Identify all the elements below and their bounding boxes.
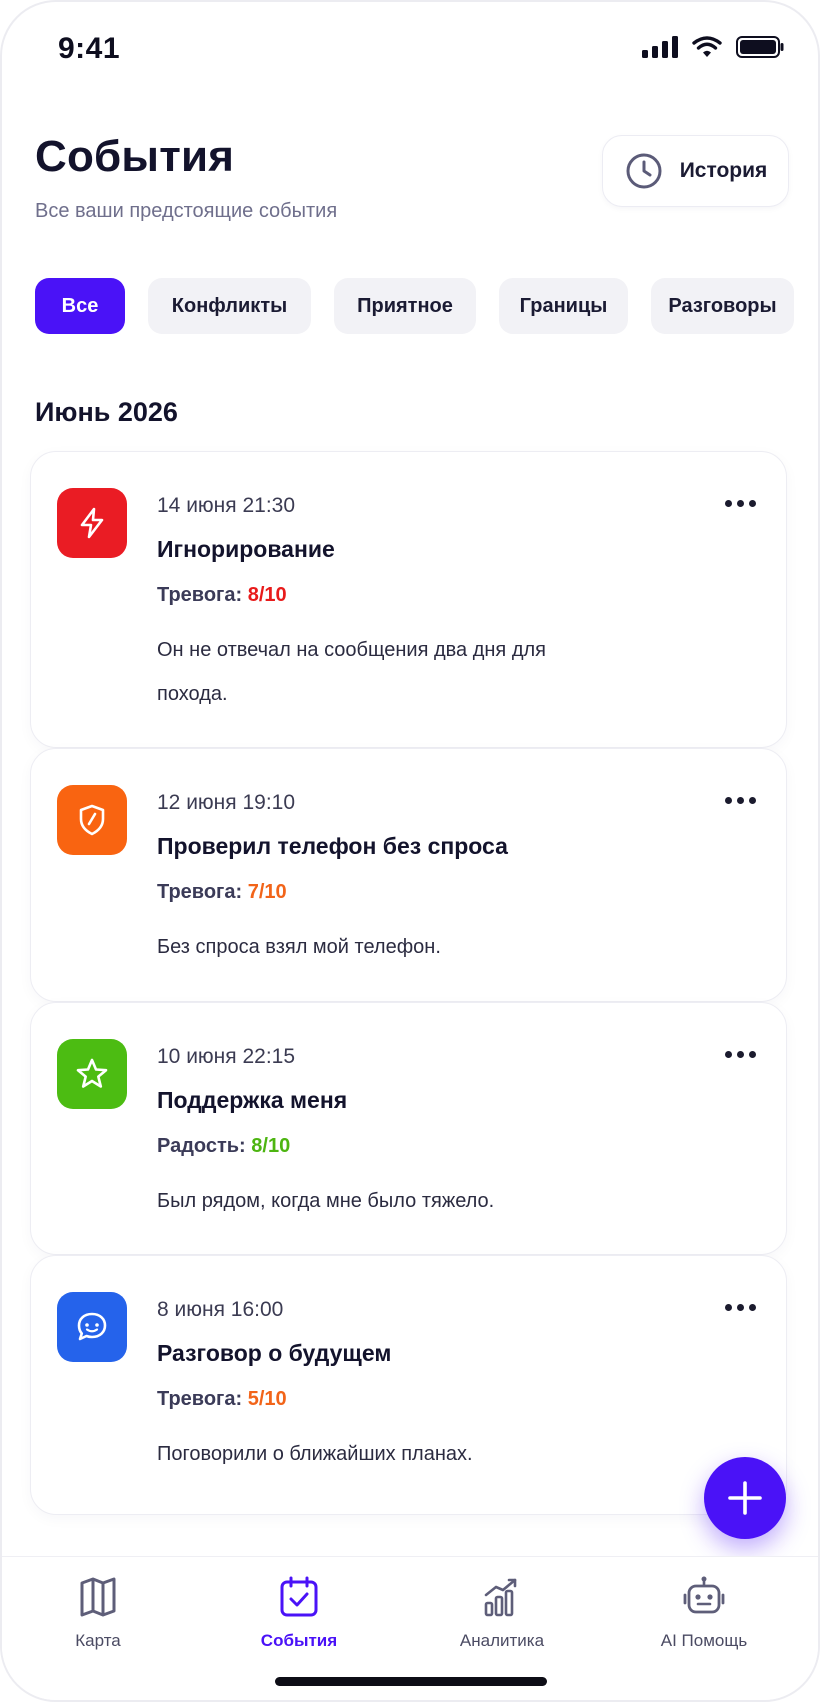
- tab-label: События: [260, 1631, 338, 1650]
- lightning-icon: [80, 507, 104, 539]
- signal-icon: [642, 36, 678, 58]
- page-subtitle: Все ваши предстоящие события: [35, 200, 338, 222]
- status-time: 9:41: [58, 32, 121, 65]
- tab-ai-help[interactable]: AI Помощь: [614, 1575, 794, 1651]
- event-level: Тревога: 8/10: [157, 584, 287, 607]
- tab-label: AI Помощь: [660, 1631, 748, 1650]
- tab-label: Аналитика: [459, 1631, 545, 1650]
- event-date: 10 июня 22:15: [157, 1045, 296, 1068]
- phone-screen: 9:41 События Все ваши предстоящие событи…: [0, 0, 820, 1702]
- add-event-button[interactable]: [704, 1457, 786, 1539]
- month-heading: Июнь 2026: [35, 397, 178, 427]
- event-level-value: 8/10: [251, 1135, 291, 1157]
- event-title: Проверил телефон без спроса: [157, 833, 508, 859]
- map-icon: [80, 1577, 116, 1617]
- event-icon-tile: [57, 785, 127, 855]
- event-description: Без спроса взял мой телефон.: [157, 936, 441, 958]
- event-level-label: Тревога:: [157, 881, 243, 903]
- event-title: Разговор о будущем: [157, 1340, 392, 1366]
- event-date: 8 июня 16:00: [157, 1298, 284, 1321]
- event-title: Поддержка меня: [157, 1087, 348, 1113]
- robot-icon: [683, 1576, 725, 1614]
- event-description: Поговорили о ближайших планах.: [157, 1443, 473, 1465]
- event-icon-tile: [57, 488, 127, 558]
- event-level-label: Тревога:: [157, 1388, 243, 1410]
- event-level: Тревога: 5/10: [157, 1388, 287, 1411]
- history-button[interactable]: История: [602, 135, 789, 207]
- event-level-value: 7/10: [247, 881, 287, 903]
- event-card[interactable]: 10 июня 22:15 Поддержка меня Радость: 8/…: [30, 1002, 787, 1255]
- shield-icon: [79, 804, 105, 836]
- filter-chip-pleasant[interactable]: Приятное: [334, 278, 476, 334]
- more-options-icon[interactable]: [725, 500, 756, 507]
- more-options-icon[interactable]: [725, 797, 756, 804]
- wifi-icon: [692, 36, 722, 57]
- event-level-label: Радость:: [157, 1135, 246, 1157]
- more-options-icon[interactable]: [725, 1304, 756, 1311]
- calendar-check-icon: [280, 1576, 318, 1617]
- filter-chip-conversations[interactable]: Разговоры: [651, 278, 794, 334]
- event-card[interactable]: 14 июня 21:30 Игнорирование Тревога: 8/1…: [30, 451, 787, 748]
- chat-icon: [77, 1312, 107, 1341]
- event-card[interactable]: 8 июня 16:00 Разговор о будущем Тревога:…: [30, 1255, 787, 1515]
- event-date: 12 июня 19:10: [157, 791, 296, 814]
- tab-label: Карта: [75, 1631, 121, 1650]
- event-icon-tile: [57, 1039, 127, 1109]
- event-date: 14 июня 21:30: [157, 494, 296, 517]
- event-level-value: 5/10: [247, 1388, 287, 1410]
- tab-map[interactable]: Карта: [8, 1575, 188, 1651]
- clock-icon: [626, 153, 662, 189]
- history-label: История: [679, 159, 768, 182]
- filter-chips: Все Конфликты Приятное Границы Разговоры: [35, 278, 794, 334]
- tab-analytics[interactable]: Аналитика: [412, 1575, 592, 1651]
- tab-events[interactable]: События: [209, 1575, 389, 1651]
- star-icon: [76, 1058, 108, 1088]
- filter-chip-conflicts[interactable]: Конфликты: [148, 278, 311, 334]
- filter-chip-all[interactable]: Все: [35, 278, 125, 334]
- filter-chip-boundaries[interactable]: Границы: [499, 278, 628, 334]
- event-card[interactable]: 12 июня 19:10 Проверил телефон без спрос…: [30, 748, 787, 1002]
- home-indicator: [275, 1677, 547, 1686]
- event-description: Он не отвечал на сообщения два дня для п…: [157, 639, 546, 705]
- plus-icon: [728, 1481, 762, 1515]
- event-title: Игнорирование: [157, 536, 335, 562]
- battery-icon: [736, 36, 784, 58]
- status-icons: [642, 36, 784, 58]
- event-level-value: 8/10: [247, 584, 287, 606]
- analytics-icon: [484, 1578, 517, 1617]
- event-level-label: Тревога:: [157, 584, 243, 606]
- event-description: Был рядом, когда мне было тяжело.: [157, 1190, 495, 1212]
- status-bar: 9:41: [2, 2, 818, 98]
- page-title: События: [35, 132, 235, 181]
- event-icon-tile: [57, 1292, 127, 1362]
- event-level: Тревога: 7/10: [157, 881, 287, 904]
- more-options-icon[interactable]: [725, 1051, 756, 1058]
- event-level: Радость: 8/10: [157, 1135, 290, 1158]
